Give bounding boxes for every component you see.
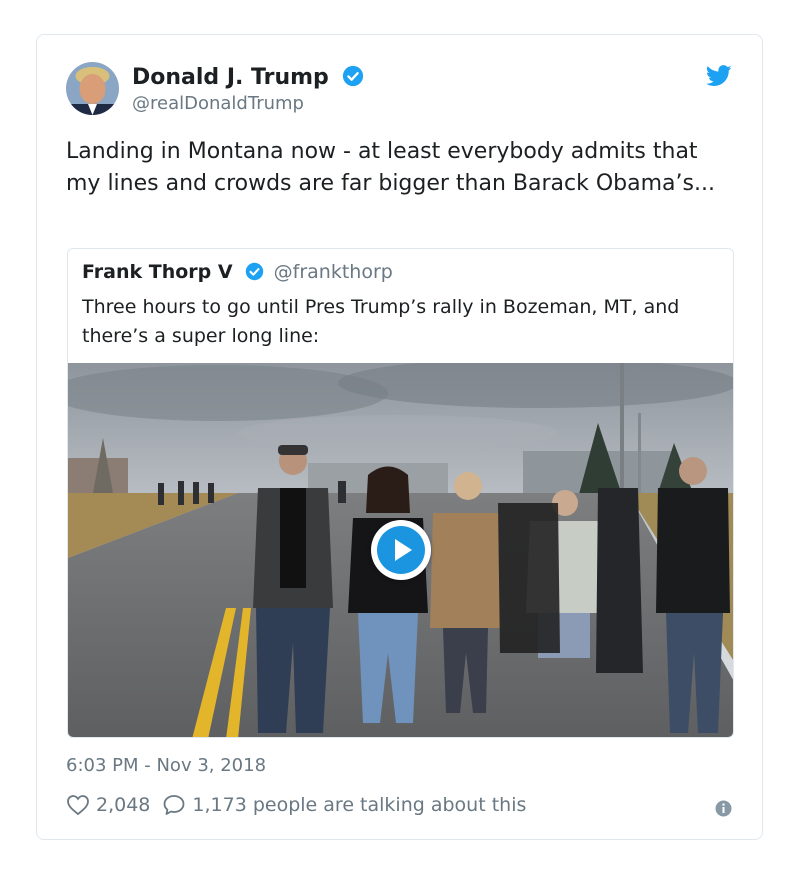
verified-badge-icon bbox=[342, 65, 364, 93]
heart-icon[interactable] bbox=[66, 793, 90, 817]
quoted-author-handle[interactable]: @frankthorp bbox=[274, 261, 393, 283]
speech-bubble-icon[interactable] bbox=[162, 793, 186, 817]
verified-badge-icon bbox=[245, 262, 264, 286]
author-name[interactable]: Donald J. Trump bbox=[132, 65, 364, 93]
quoted-tweet-text: Three hours to go until Pres Trump’s ral… bbox=[82, 296, 680, 347]
avatar[interactable] bbox=[66, 62, 119, 115]
tweet-actions: 2,048 1,173 people are talking about thi… bbox=[66, 793, 526, 817]
video-thumbnail[interactable] bbox=[68, 363, 733, 737]
play-icon bbox=[377, 526, 425, 574]
timestamp-link[interactable]: 6:03 PM - Nov 3, 2018 bbox=[66, 755, 266, 776]
play-button[interactable] bbox=[371, 520, 431, 580]
twitter-bird-icon[interactable] bbox=[705, 65, 732, 91]
likes-count[interactable]: 2,048 bbox=[96, 794, 150, 816]
quoted-tweet-header: Frank Thorp V @frankthorp bbox=[82, 261, 393, 286]
quoted-author-name[interactable]: Frank Thorp V bbox=[82, 261, 233, 283]
quoted-tweet[interactable]: Frank Thorp V @frankthorp Three hours to… bbox=[67, 248, 734, 738]
embedded-tweet-card: Donald J. Trump @realDonaldTrump Landing… bbox=[36, 34, 763, 840]
author-name-text: Donald J. Trump bbox=[132, 65, 329, 90]
info-icon[interactable] bbox=[715, 800, 732, 817]
talking-count-text[interactable]: 1,173 people are talking about this bbox=[192, 794, 526, 816]
author-handle[interactable]: @realDonaldTrump bbox=[132, 93, 304, 114]
tweet-text: Landing in Montana now - at least everyb… bbox=[66, 139, 715, 196]
